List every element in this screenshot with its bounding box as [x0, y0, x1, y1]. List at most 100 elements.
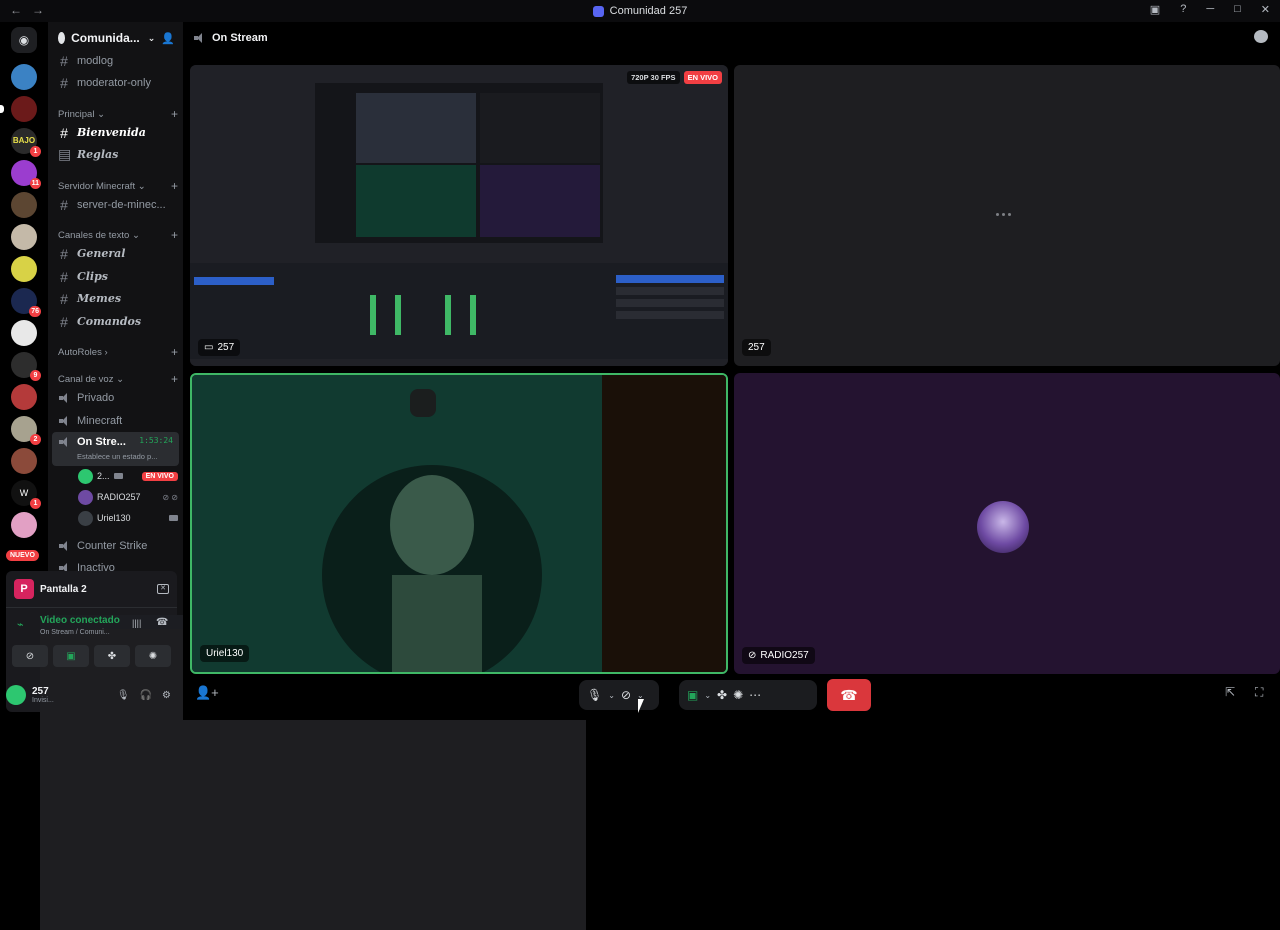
fullscreen-icon[interactable]: ⛶	[1255, 685, 1263, 700]
voice-user[interactable]: 2... EN VIVO	[78, 467, 178, 485]
unread-badge: 76	[29, 306, 41, 317]
user-info[interactable]: 257 Invisi...	[32, 686, 54, 704]
channel-modlog[interactable]: # modlog	[52, 50, 179, 71]
channel-server-de-minecraft[interactable]: # server-de-minec...	[52, 194, 179, 215]
category-minecraft[interactable]: Servidor Minecraft ⌄ +	[58, 178, 178, 194]
new-badge[interactable]: NUEVO	[6, 550, 39, 561]
add-user-icon[interactable]: 👤	[161, 32, 175, 45]
back-arrow-icon[interactable]: ←	[10, 3, 22, 17]
minimize-button[interactable]: ─	[1206, 3, 1214, 16]
add-channel-icon[interactable]: +	[171, 228, 178, 242]
voice-channel-minecraft[interactable]: Minecraft	[52, 410, 179, 431]
popout-icon[interactable]: ⇱	[1225, 685, 1235, 699]
stop-share-icon[interactable]: ✕	[157, 584, 169, 594]
server-icon-4[interactable]: 11	[11, 160, 41, 189]
channel-memes[interactable]: # Memes	[52, 288, 179, 309]
channel-label: General	[77, 247, 126, 260]
camera-tile[interactable]: Uriel130	[190, 373, 728, 674]
channel-label: Clips	[77, 270, 108, 283]
muted-icon: ⊘	[748, 650, 757, 661]
hash-icon: #	[60, 268, 68, 285]
tile-name-text: Uriel130	[206, 648, 244, 659]
channel-label: Reglas	[77, 148, 119, 161]
category-autoroles[interactable]: AutoRoles › +	[58, 344, 178, 360]
camera-off-icon[interactable]: ⊘	[621, 688, 631, 702]
channel-reglas[interactable]: ▤ Reglas	[52, 144, 179, 165]
rules-icon: ▤	[58, 146, 72, 162]
disconnect-button[interactable]: ☎	[827, 679, 871, 711]
user-tile[interactable]: 257	[734, 65, 1280, 366]
share-screen-icon[interactable]: ▣	[687, 688, 698, 702]
server-icon-10[interactable]: 9	[11, 352, 41, 381]
window-controls: ▣ ? ─ □ ✕	[1150, 3, 1270, 16]
quality-badge: 720P 30 FPS	[627, 71, 680, 84]
microphone-icon[interactable]: 🎙	[587, 688, 602, 702]
microphone-icon[interactable]: 🎙	[117, 690, 130, 701]
discord-home-icon[interactable]: ◉	[11, 27, 37, 53]
channel-general[interactable]: # General	[52, 243, 179, 264]
user-avatar[interactable]	[6, 685, 26, 705]
add-channel-icon[interactable]: +	[171, 345, 178, 359]
server-icon-9[interactable]	[11, 320, 37, 346]
add-channel-icon[interactable]: +	[171, 107, 178, 121]
voice-channel-privado[interactable]: Privado	[52, 387, 179, 408]
divider	[6, 607, 177, 608]
chevron-down-icon[interactable]: ⌄	[608, 691, 615, 700]
user-tile[interactable]: ⊘ RADIO257	[734, 373, 1280, 674]
server-icon-7[interactable]	[11, 256, 37, 282]
category-canal-voz[interactable]: Canal de voz ⌄ +	[58, 371, 178, 387]
channel-bienvenida[interactable]: # Bienvenida	[52, 122, 179, 143]
server-icon-14[interactable]: W1	[11, 480, 41, 509]
inbox-icon[interactable]: ▣	[1150, 3, 1160, 16]
channel-label: Bienvenida	[77, 126, 146, 139]
channel-moderator-only[interactable]: # moderator-only	[52, 72, 179, 93]
soundboard-button[interactable]: ✺	[135, 645, 171, 667]
voice-user[interactable]: RADIO257 ⊘ ⊘	[78, 488, 178, 506]
maximize-button[interactable]: □	[1234, 3, 1241, 16]
speaker-icon	[58, 415, 70, 426]
chevron-down-icon: ⌄	[147, 32, 156, 43]
tile-name-text: RADIO257	[760, 650, 809, 661]
server-icon-12[interactable]: 2	[11, 416, 41, 445]
soundboard-icon[interactable]: ||||	[132, 618, 141, 628]
help-icon[interactable]: ?	[1180, 3, 1186, 16]
server-icon-15[interactable]	[11, 512, 37, 538]
invite-icon[interactable]: 👤+	[195, 685, 219, 701]
soundboard-icon[interactable]: ✺	[733, 688, 743, 702]
chevron-down-icon: ⌄	[131, 229, 140, 241]
channel-clips[interactable]: # Clips	[52, 266, 179, 287]
server-icon-2[interactable]	[0, 96, 37, 122]
activities-button[interactable]: ✤	[94, 645, 130, 667]
gear-icon[interactable]: ⚙	[162, 690, 171, 701]
share-screen-button[interactable]: ▣	[53, 645, 89, 667]
unread-badge: 11	[29, 178, 41, 189]
channel-comandos[interactable]: # Comandos	[52, 311, 179, 332]
chevron-right-icon: ›	[104, 346, 108, 358]
server-icon-13[interactable]	[11, 448, 37, 474]
activities-icon[interactable]: ✤	[717, 688, 727, 702]
forward-arrow-icon[interactable]: →	[32, 3, 44, 17]
server-icon-3[interactable]: BAJO 1	[11, 128, 41, 157]
set-status-prompt[interactable]: Establece un estado p...	[77, 452, 157, 461]
stream-tile[interactable]: 720P 30 FPS EN VIVO ▭ 257	[190, 65, 728, 366]
server-icon-8[interactable]: 76	[11, 288, 41, 317]
close-button[interactable]: ✕	[1261, 3, 1270, 16]
category-canales-texto[interactable]: Canales de texto ⌄ +	[58, 227, 178, 243]
disconnect-icon[interactable]: ☎	[156, 617, 168, 628]
mic-camera-group: 🎙 ⌄ ⊘ ⌄	[579, 680, 659, 710]
category-principal[interactable]: Principal ⌄ +	[58, 106, 178, 122]
server-icon-1[interactable]	[11, 64, 37, 90]
chevron-down-icon[interactable]: ⌄	[704, 691, 711, 700]
server-icon-11[interactable]	[11, 384, 37, 410]
headphones-icon[interactable]: 🎧	[140, 690, 152, 701]
voice-user[interactable]: Uriel130	[78, 509, 178, 527]
voice-channel-counter-strike[interactable]: Counter Strike	[52, 535, 179, 556]
add-channel-icon[interactable]: +	[171, 372, 178, 386]
camera-off-button[interactable]: ⊘	[12, 645, 48, 667]
chat-icon[interactable]	[1254, 30, 1268, 43]
add-channel-icon[interactable]: +	[171, 179, 178, 193]
server-icon-6[interactable]	[11, 224, 37, 250]
screen-share-header: P Pantalla 2 ✕	[14, 579, 169, 599]
more-icon[interactable]: ⋯	[749, 688, 761, 702]
server-icon-5[interactable]	[11, 192, 37, 218]
